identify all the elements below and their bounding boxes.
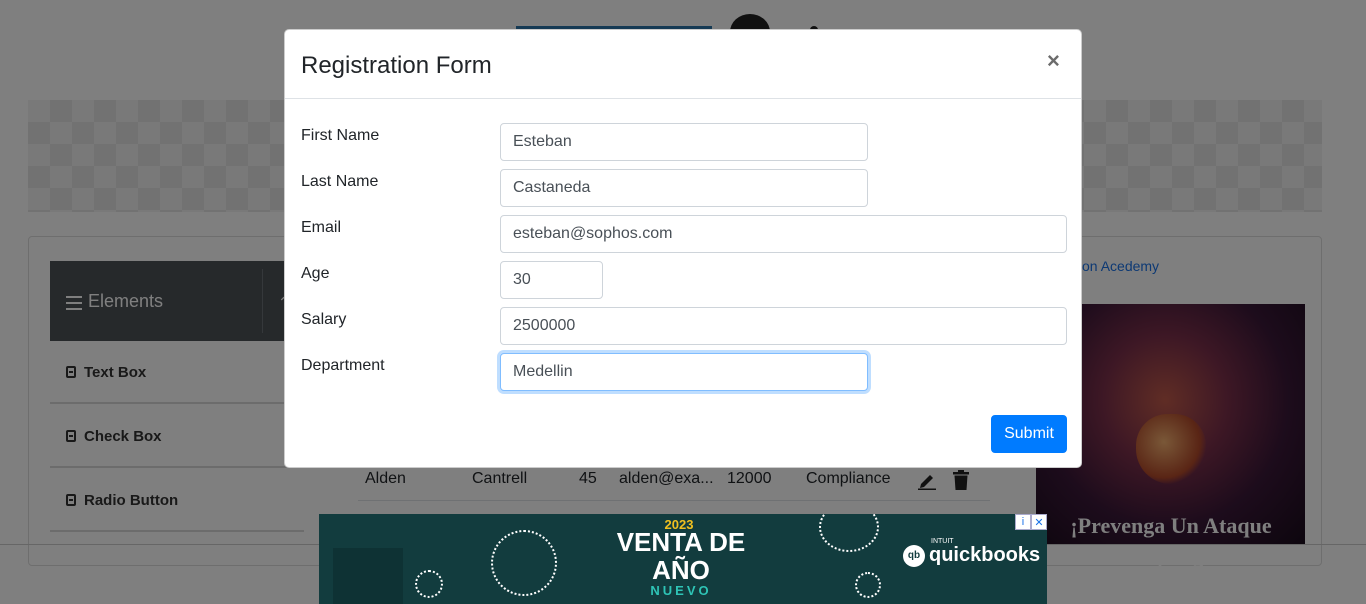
- firework-illustration: [855, 572, 881, 598]
- brand-name: quickbooks: [929, 544, 1041, 566]
- age-input[interactable]: [500, 261, 603, 299]
- first-name-input[interactable]: [500, 123, 868, 161]
- salary-input[interactable]: [500, 307, 1067, 345]
- last-name-label: Last Name: [301, 173, 379, 190]
- ad-choices-icon[interactable]: i: [1015, 514, 1031, 530]
- firework-illustration: [819, 514, 879, 552]
- department-input[interactable]: [500, 353, 868, 391]
- close-icon[interactable]: ×: [1047, 48, 1060, 74]
- ad-choices[interactable]: i ✕: [1015, 514, 1047, 530]
- firework-illustration: [415, 570, 443, 598]
- last-name-input[interactable]: [500, 169, 868, 207]
- quickbooks-logo: qb INTUIT quickbooks: [903, 538, 1041, 567]
- email-input[interactable]: [500, 215, 1067, 253]
- registration-modal: Registration Form × First Name Last Name…: [284, 29, 1082, 468]
- age-label: Age: [301, 265, 330, 282]
- email-label: Email: [301, 219, 342, 236]
- modal-header: Registration Form ×: [285, 30, 1081, 99]
- buildings-illustration: [333, 548, 403, 604]
- submit-button[interactable]: Submit: [991, 415, 1067, 453]
- first-name-label: First Name: [301, 127, 380, 144]
- modal-title: Registration Form: [301, 52, 492, 79]
- bottom-advertisement[interactable]: 2023 VENTA DE AÑO NUEVO qb INTUIT quickb…: [319, 514, 1047, 604]
- ad-subheadline: NUEVO: [650, 583, 712, 598]
- firework-illustration: [491, 530, 557, 596]
- ad-close-icon[interactable]: ✕: [1031, 514, 1047, 530]
- ad-headline: VENTA DE AÑO: [616, 527, 746, 585]
- salary-label: Salary: [301, 311, 347, 328]
- quickbooks-logo-icon: qb: [903, 544, 925, 567]
- brand-small: INTUIT: [931, 538, 954, 545]
- department-label: Department: [301, 357, 385, 374]
